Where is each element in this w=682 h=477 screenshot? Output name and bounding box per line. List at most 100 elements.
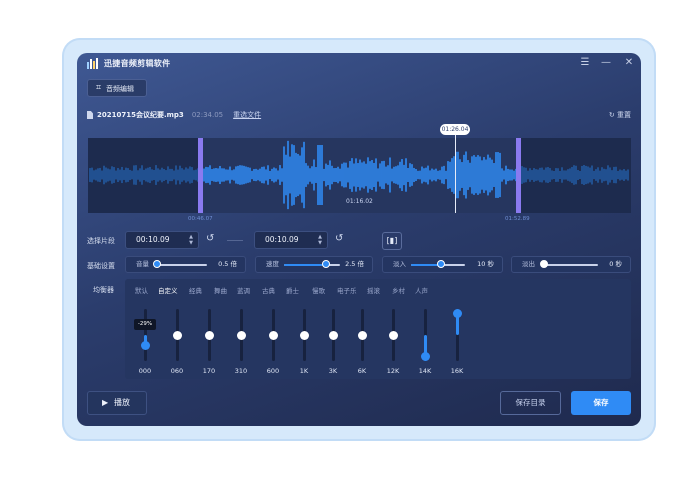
spin-arrows-icon[interactable]: ▲ ▼ <box>318 234 322 246</box>
eq-preset[interactable]: 摇滚 <box>367 285 380 295</box>
eq-preset[interactable]: 慢歌 <box>312 285 325 295</box>
eq-preset[interactable]: 蓝调 <box>237 285 250 295</box>
spin-arrows-icon[interactable]: ▲ ▼ <box>189 234 193 246</box>
equalizer-panel: 默认 自定义 经典 舞曲 蓝调 古典 爵士 慢歌 电子乐 摇滚 乡村 人声 000 -29% 060 170 3… <box>125 279 631 379</box>
eq-band[interactable] <box>170 309 184 361</box>
history-icon[interactable]: ↺ <box>335 233 343 244</box>
speed-label: 速度 <box>266 260 279 268</box>
selection-end-time: 01:52.89 <box>505 216 530 222</box>
unselected-region-left <box>88 138 201 213</box>
fade-out-slider[interactable] <box>540 260 548 268</box>
eq-preset[interactable]: 舞曲 <box>214 285 227 295</box>
eq-band[interactable] <box>418 309 432 361</box>
title-bar: 迅捷音频剪辑软件 ☰ — ✕ <box>77 53 641 75</box>
selection-end-handle[interactable] <box>516 138 521 213</box>
eq-band-knob[interactable] <box>389 330 398 340</box>
volume-track[interactable] <box>157 264 207 266</box>
fade-out-track[interactable] <box>544 264 598 266</box>
play-button[interactable]: ▶ 播放 <box>87 391 147 415</box>
menu-icon[interactable]: ☰ <box>578 56 592 70</box>
reset-button[interactable]: ↻ 重置 <box>609 109 631 121</box>
eq-band-knob[interactable] <box>329 330 338 340</box>
eq-preset[interactable]: 古典 <box>262 285 275 295</box>
eq-band-knob[interactable] <box>205 330 214 340</box>
eq-preset[interactable]: 人声 <box>415 285 428 295</box>
eq-band-label: 170 <box>202 367 216 375</box>
eq-band-knob[interactable] <box>421 352 430 361</box>
selection-start-handle[interactable] <box>198 138 203 213</box>
center-time: 01:16.02 <box>346 198 373 205</box>
fit-segment-button[interactable]: [▮] <box>382 232 402 250</box>
history-icon[interactable]: ↺ <box>206 233 214 244</box>
file-icon <box>87 111 93 119</box>
fade-out-control: 淡出 0 秒 <box>511 256 631 273</box>
eq-band-label: 12K <box>386 367 400 375</box>
eq-band-knob[interactable] <box>358 330 367 340</box>
eq-preset[interactable]: 经典 <box>189 285 202 295</box>
fade-out-label: 淡出 <box>522 260 535 268</box>
eq-band[interactable] <box>266 309 280 361</box>
eq-band[interactable] <box>234 309 248 361</box>
eq-band-label: 000 <box>138 367 152 375</box>
eq-band-label: 14K <box>418 367 432 375</box>
close-icon[interactable]: ✕ <box>622 56 636 70</box>
basic-settings-label: 基础设置 <box>87 262 115 270</box>
fade-in-slider[interactable] <box>436 260 445 268</box>
eq-band-knob[interactable] <box>453 309 462 318</box>
playhead[interactable] <box>455 130 456 213</box>
speed-slider[interactable] <box>322 260 330 268</box>
segment-end-input[interactable]: 00:10.09 ▲ ▼ <box>254 231 328 249</box>
eq-preset[interactable]: 爵士 <box>286 285 299 295</box>
eq-band-knob[interactable] <box>269 330 278 340</box>
eq-band-knob[interactable] <box>237 330 246 340</box>
save-button[interactable]: 保存 <box>571 391 631 415</box>
play-icon: ▶ <box>102 398 109 407</box>
save-directory-button[interactable]: 保存目录 <box>500 391 561 415</box>
bracket-icon: [▮] <box>386 236 398 245</box>
eq-band-label: 1K <box>299 367 309 375</box>
eq-band-knob[interactable] <box>300 330 309 340</box>
reselect-file-link[interactable]: 重选文件 <box>233 109 261 121</box>
selection-start-time: 00:46.07 <box>188 216 213 222</box>
eq-band[interactable] <box>386 309 400 361</box>
app-window: 迅捷音频剪辑软件 ☰ — ✕ ⌗ 音频编辑 20210715会议纪要.mp3 02… <box>77 53 641 426</box>
fade-in-control: 淡入 10 秒 <box>382 256 503 273</box>
file-name: 20210715会议纪要.mp3 <box>97 111 184 119</box>
segment-start-value: 00:10.09 <box>136 235 170 244</box>
file-info: 20210715会议纪要.mp3 02:34.05 重选文件 <box>87 109 261 121</box>
speed-value: 2.5 倍 <box>345 260 364 268</box>
segment-end-value: 00:10.09 <box>265 235 299 244</box>
crop-icon: ⌗ <box>96 83 102 93</box>
eq-band-label: 600 <box>266 367 280 375</box>
app-logo-icon <box>87 58 98 69</box>
reset-label: 重置 <box>617 111 631 119</box>
eq-band-label: 3K <box>328 367 338 375</box>
eq-band[interactable] <box>138 309 152 361</box>
eq-band[interactable] <box>450 309 464 361</box>
eq-preset[interactable]: 电子乐 <box>337 285 357 295</box>
eq-band[interactable] <box>326 309 340 361</box>
audio-edit-label: 音频编辑 <box>106 85 134 93</box>
fade-in-label: 淡入 <box>393 260 406 268</box>
volume-control: 音量 0.5 倍 <box>125 256 246 273</box>
audio-edit-button[interactable]: ⌗ 音频编辑 <box>87 79 147 97</box>
fade-in-value: 10 秒 <box>477 260 494 268</box>
eq-band-tooltip: -29% <box>134 319 156 330</box>
eq-band[interactable] <box>202 309 216 361</box>
minimize-icon[interactable]: — <box>599 56 613 70</box>
eq-band-knob[interactable] <box>141 341 150 351</box>
eq-preset[interactable]: 默认 <box>135 285 148 295</box>
eq-preset[interactable]: 自定义 <box>158 285 178 295</box>
eq-band-label: 6K <box>357 367 367 375</box>
eq-band[interactable] <box>297 309 311 361</box>
eq-band-knob[interactable] <box>173 330 182 340</box>
eq-band[interactable] <box>355 309 369 361</box>
segment-start-input[interactable]: 00:10.09 ▲ ▼ <box>125 231 199 249</box>
speed-track[interactable] <box>284 264 340 266</box>
volume-value: 0.5 倍 <box>218 260 237 268</box>
waveform-editor[interactable]: 01:26.04 01:16.02 <box>88 124 631 213</box>
eq-preset[interactable]: 乡村 <box>392 285 405 295</box>
volume-label: 音量 <box>136 260 149 268</box>
volume-slider[interactable] <box>153 260 161 268</box>
app-title: 迅捷音频剪辑软件 <box>104 59 171 68</box>
